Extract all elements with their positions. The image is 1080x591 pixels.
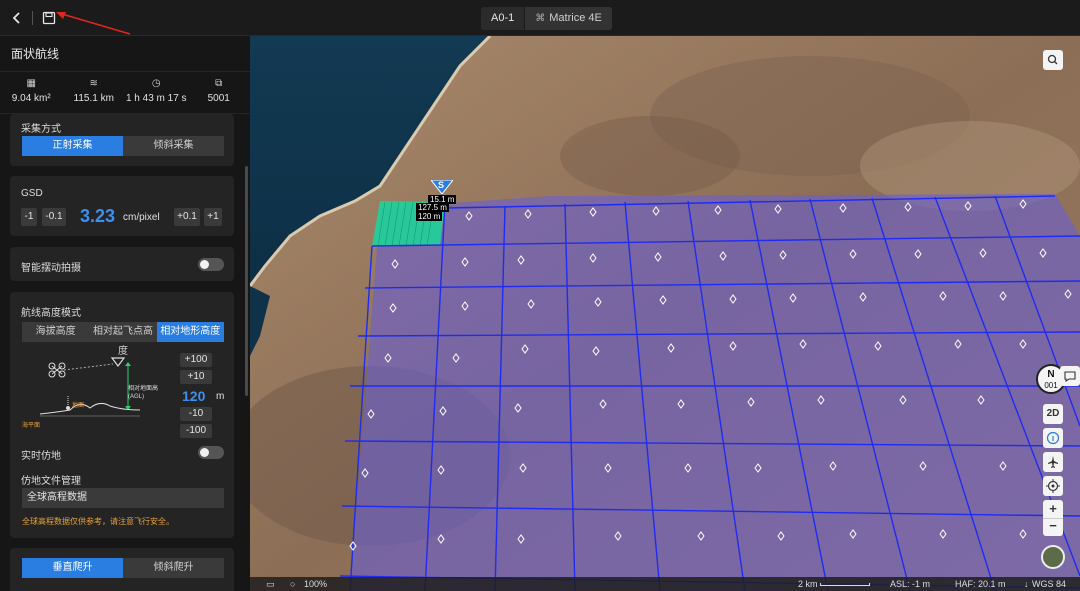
climb-oblique-option[interactable]: 倾斜爬升: [123, 558, 224, 578]
search-icon: [1047, 54, 1058, 65]
target-icon: [1046, 479, 1060, 493]
waypoint-markers: [349, 199, 1072, 551]
drone-icon: ⌘: [535, 13, 546, 24]
altitude-mode-card: 航线高度模式 海拔高度 相对起飞点高度 相对地形高度 相对地面高 (AGL) 地…: [10, 292, 234, 538]
photo-count-icon: ⧉: [215, 78, 223, 89]
capture-mode-label: 采集方式: [21, 124, 61, 135]
zoom-out-button[interactable]: −: [1043, 518, 1063, 536]
map-layer-icon[interactable]: ▭: [266, 579, 275, 590]
altitude-value: 120: [182, 388, 206, 404]
haf-readout: HAF: 20.1 m: [955, 579, 1006, 589]
stat-time-value: 1 h 43 m 17 s: [125, 93, 187, 104]
altitude-mode-toggle: 海拔高度 相对起飞点高度 相对地形高度: [22, 322, 224, 357]
map-status-bar: ▭ ○ 100% 2 km ASL: -1 m HAF: 20.1 m ↓ WG…: [250, 577, 1080, 591]
distance-icon: ≋: [89, 78, 98, 89]
stat-photos: ⧉ 5001: [188, 72, 251, 113]
map-search-button[interactable]: [1043, 50, 1063, 70]
diagram-ground-label: 地面: [72, 403, 85, 409]
diagram-agl-label: 相对地面高 (AGL): [128, 385, 158, 401]
capture-mode-toggle: 正射采集 倾斜采集: [22, 136, 224, 156]
altitude-mode-label: 航线高度模式: [21, 308, 81, 319]
zoom-control: + −: [1043, 500, 1063, 536]
gsd-label: GSD: [21, 188, 43, 199]
terrain-file-label: 仿地文件管理: [21, 476, 81, 487]
diagram-agl-cn: 相对地面高: [128, 386, 159, 392]
altitude-minus-100-button[interactable]: -100: [180, 424, 212, 438]
climb-mode-card: 垂直爬升 倾斜爬升: [10, 548, 234, 591]
terrain-warning-text: 全球高程数据仅供参考，请注意飞行安全。: [22, 517, 174, 526]
altitude-terrain-option[interactable]: 相对地形高度: [156, 322, 224, 342]
altitude-takeoff-option[interactable]: 相对起飞点高度: [89, 322, 157, 357]
locate-me-button[interactable]: [1043, 476, 1063, 496]
gsd-minus-1-button[interactable]: -1: [21, 208, 37, 226]
map-layer-button[interactable]: [1041, 545, 1065, 569]
clock-icon: ◷: [151, 78, 161, 89]
altitude-plus-100-button[interactable]: +100: [180, 353, 212, 367]
gsd-unit: cm/pixel: [123, 212, 160, 223]
datum-readout: WGS 84: [1032, 579, 1067, 589]
capture-ortho-option[interactable]: 正射采集: [22, 136, 123, 156]
stat-distance: ≋ 115.1 km: [63, 72, 126, 113]
altitude-asl-option[interactable]: 海拔高度: [22, 322, 90, 342]
chat-icon: [1064, 371, 1076, 383]
gsd-value: 3.23: [80, 206, 116, 226]
route-tabs: A0-1 ⌘ Matrice 4E: [481, 7, 612, 30]
smart-oblique-label: 智能摆动拍摄: [21, 263, 81, 274]
map-scale: 2 km: [798, 579, 818, 589]
divider: [32, 11, 33, 25]
smart-oblique-card: 智能摆动拍摄: [10, 247, 234, 281]
tab-route[interactable]: A0-1: [481, 7, 524, 30]
stat-distance-value: 115.1 km: [73, 93, 114, 104]
realtime-follow-label: 实时仿地: [21, 451, 61, 462]
stat-area-value: 9.04 km²: [11, 93, 51, 104]
settings-scroll-area[interactable]: 采集方式 正射采集 倾斜采集 GSD -1 -0.1 3.23 cm/pixel…: [0, 114, 250, 591]
altitude-plus-10-button[interactable]: +10: [180, 370, 212, 384]
map-view[interactable]: S 15.1 m 127.5 m 120 m N 001 2D + − ▭ ○ …: [250, 36, 1080, 591]
back-arrow-icon[interactable]: [8, 9, 26, 27]
asl-readout: ASL: -1 m: [890, 579, 931, 589]
diagram-agl-en: (AGL): [128, 394, 145, 400]
gsd-minus-0-1-button[interactable]: -0.1: [42, 208, 66, 226]
message-button[interactable]: [1060, 366, 1080, 386]
zoom-magnifier-icon: ○: [290, 579, 296, 589]
route-stats: ▦ 9.04 km² ≋ 115.1 km ◷ 1 h 43 m 17 s ⧉ …: [0, 72, 250, 114]
stat-area: ▦ 9.04 km²: [0, 72, 63, 113]
info-button[interactable]: [1043, 428, 1063, 448]
climb-vertical-option[interactable]: 垂直爬升: [22, 558, 123, 578]
info-icon: [1046, 431, 1060, 445]
area-icon: ▦: [26, 78, 36, 89]
zoom-level: 100%: [304, 579, 328, 589]
stat-time: ◷ 1 h 43 m 17 s: [125, 72, 188, 113]
diagram-sea-label: 海平面: [22, 423, 41, 429]
panel-title: 面状航线: [0, 36, 250, 72]
aircraft-locate-button[interactable]: [1043, 452, 1063, 472]
arrow-down-icon: ↓: [1024, 579, 1029, 589]
gsd-plus-1-button[interactable]: +1: [204, 208, 222, 226]
altitude-minus-10-button[interactable]: -10: [180, 407, 212, 421]
tab-aircraft-label: Matrice 4E: [549, 12, 602, 24]
scale-bar: [820, 583, 870, 586]
gsd-card: GSD -1 -0.1 3.23 cm/pixel +0.1 +1: [10, 176, 234, 236]
panel-scrollbar[interactable]: [245, 166, 248, 396]
climb-mode-toggle: 垂直爬升 倾斜爬升: [22, 558, 224, 578]
airplane-icon: [1048, 456, 1058, 468]
annotation-arrow: [56, 12, 131, 35]
tab-route-label: A0-1: [491, 12, 515, 24]
view-2d-button[interactable]: 2D: [1043, 404, 1063, 424]
capture-mode-card: 采集方式 正射采集 倾斜采集: [10, 114, 234, 166]
drone-icon: [48, 362, 66, 378]
stat-photos-value: 5001: [207, 93, 230, 104]
route-settings-panel: 面状航线 ▦ 9.04 km² ≋ 115.1 km ◷ 1 h 43 m 17…: [0, 36, 250, 591]
realtime-follow-toggle[interactable]: [198, 446, 224, 459]
zoom-in-button[interactable]: +: [1043, 500, 1063, 518]
smart-oblique-toggle[interactable]: [198, 258, 224, 271]
capture-oblique-option[interactable]: 倾斜采集: [123, 136, 224, 156]
gsd-plus-0-1-button[interactable]: +0.1: [174, 208, 200, 226]
tab-aircraft[interactable]: ⌘ Matrice 4E: [524, 7, 612, 30]
altitude-unit: m: [216, 391, 225, 402]
terrain-file-select[interactable]: 全球高程数据: [22, 488, 224, 508]
top-bar: A0-1 ⌘ Matrice 4E: [0, 0, 1080, 36]
